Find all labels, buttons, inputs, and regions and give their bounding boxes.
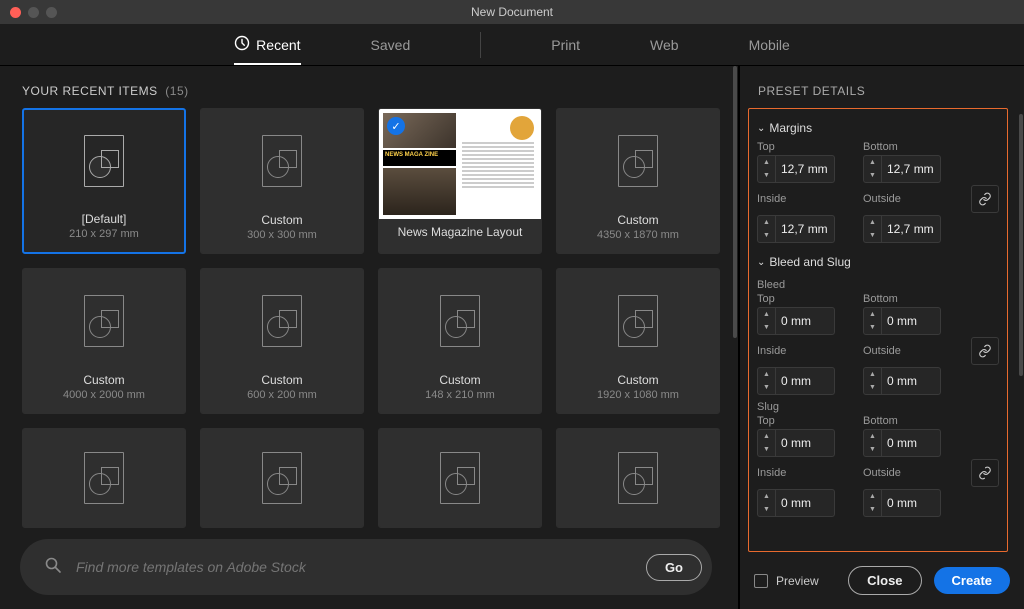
preset-card[interactable]: Custom 600 x 200 mm xyxy=(200,268,364,414)
create-button[interactable]: Create xyxy=(934,567,1010,594)
preset-card[interactable]: Custom 4000 x 2000 mm xyxy=(22,268,186,414)
preset-details-heading: PRESET DETAILS xyxy=(740,66,1024,104)
tab-saved[interactable]: Saved xyxy=(371,26,411,64)
document-icon xyxy=(84,135,124,187)
checkbox-icon xyxy=(754,574,768,588)
step-down-icon[interactable]: ▼ xyxy=(864,229,881,242)
window-title: New Document xyxy=(0,5,1024,19)
step-up-icon[interactable]: ▲ xyxy=(864,430,881,443)
document-icon xyxy=(618,135,658,187)
step-up-icon[interactable]: ▲ xyxy=(864,490,881,503)
preset-grid: [Default] 210 x 297 mm Custom 300 x 300 … xyxy=(14,108,718,528)
link-bleed-icon[interactable] xyxy=(971,337,999,365)
step-up-icon[interactable]: ▲ xyxy=(864,308,881,321)
window-min-dot[interactable] xyxy=(28,7,39,18)
close-button[interactable]: Close xyxy=(848,566,921,595)
margin-outside-input[interactable]: ▲▼12,7 mm xyxy=(863,215,941,243)
step-up-icon[interactable]: ▲ xyxy=(864,216,881,229)
right-scrollbar[interactable] xyxy=(1018,104,1024,558)
step-down-icon[interactable]: ▼ xyxy=(758,381,775,394)
go-button[interactable]: Go xyxy=(646,554,702,581)
preset-card-default[interactable]: [Default] 210 x 297 mm xyxy=(22,108,186,254)
slug-top-input[interactable]: ▲▼0 mm xyxy=(757,429,835,457)
bleed-inside-input[interactable]: ▲▼0 mm xyxy=(757,367,835,395)
bleed-outside-input[interactable]: ▲▼0 mm xyxy=(863,367,941,395)
step-down-icon[interactable]: ▼ xyxy=(758,229,775,242)
margin-bottom-input[interactable]: ▲▼12,7 mm xyxy=(863,155,941,183)
left-scrollbar[interactable] xyxy=(732,66,738,609)
document-icon xyxy=(262,295,302,347)
margin-top-input[interactable]: ▲▼12,7 mm xyxy=(757,155,835,183)
tab-recent[interactable]: Recent xyxy=(234,24,300,65)
slug-inside-input[interactable]: ▲▼0 mm xyxy=(757,489,835,517)
section-margins[interactable]: ⌄ Margins xyxy=(755,117,1001,141)
bleed-top-input[interactable]: ▲▼0 mm xyxy=(757,307,835,335)
step-up-icon[interactable]: ▲ xyxy=(758,216,775,229)
preset-card[interactable] xyxy=(556,428,720,528)
tab-divider xyxy=(480,32,481,58)
slug-outside-input[interactable]: ▲▼0 mm xyxy=(863,489,941,517)
document-icon xyxy=(262,452,302,504)
step-down-icon[interactable]: ▼ xyxy=(758,503,775,516)
slug-bottom-input[interactable]: ▲▼0 mm xyxy=(863,429,941,457)
preview-checkbox[interactable]: Preview xyxy=(754,574,836,588)
step-down-icon[interactable]: ▼ xyxy=(864,443,881,456)
step-up-icon[interactable]: ▲ xyxy=(758,308,775,321)
preset-card[interactable]: Custom 148 x 210 mm xyxy=(378,268,542,414)
document-icon xyxy=(84,295,124,347)
step-down-icon[interactable]: ▼ xyxy=(864,321,881,334)
stock-search-input[interactable] xyxy=(76,559,632,575)
step-up-icon[interactable]: ▲ xyxy=(864,368,881,381)
preset-card[interactable]: Custom 4350 x 1870 mm xyxy=(556,108,720,254)
window-close-dot[interactable] xyxy=(10,7,21,18)
search-icon xyxy=(44,556,62,579)
section-bleed-slug[interactable]: ⌄ Bleed and Slug xyxy=(755,251,1001,275)
step-down-icon[interactable]: ▼ xyxy=(758,169,775,182)
preset-card[interactable] xyxy=(200,428,364,528)
window-max-dot[interactable] xyxy=(46,7,57,18)
step-down-icon[interactable]: ▼ xyxy=(758,321,775,334)
step-up-icon[interactable]: ▲ xyxy=(864,156,881,169)
document-icon xyxy=(262,135,302,187)
link-margins-icon[interactable] xyxy=(971,185,999,213)
tab-web[interactable]: Web xyxy=(650,26,679,64)
step-up-icon[interactable]: ▲ xyxy=(758,490,775,503)
bleed-bottom-input[interactable]: ▲▼0 mm xyxy=(863,307,941,335)
margin-inside-input[interactable]: ▲▼12,7 mm xyxy=(757,215,835,243)
preset-card[interactable] xyxy=(22,428,186,528)
document-icon xyxy=(440,295,480,347)
step-up-icon[interactable]: ▲ xyxy=(758,430,775,443)
recent-heading: YOUR RECENT ITEMS (15) xyxy=(0,76,732,108)
unlink-slug-icon[interactable] xyxy=(971,459,999,487)
document-icon xyxy=(440,452,480,504)
preset-card[interactable]: Custom 300 x 300 mm xyxy=(200,108,364,254)
document-icon xyxy=(618,452,658,504)
bleed-label: Bleed xyxy=(757,275,999,291)
tab-mobile[interactable]: Mobile xyxy=(749,26,790,64)
highlighted-region: ⌄ Margins Top Bottom ▲▼12,7 mm ▲▼12,7 mm… xyxy=(748,108,1008,552)
tab-print[interactable]: Print xyxy=(551,26,580,64)
chevron-down-icon: ⌄ xyxy=(757,123,765,134)
preset-card[interactable]: Custom 1920 x 1080 mm xyxy=(556,268,720,414)
chevron-down-icon: ⌄ xyxy=(757,257,765,268)
category-tabs: Recent Saved Print Web Mobile xyxy=(0,24,1024,66)
step-down-icon[interactable]: ▼ xyxy=(864,503,881,516)
titlebar: New Document xyxy=(0,0,1024,24)
document-icon xyxy=(618,295,658,347)
step-up-icon[interactable]: ▲ xyxy=(758,156,775,169)
step-down-icon[interactable]: ▼ xyxy=(864,169,881,182)
preset-card[interactable] xyxy=(378,428,542,528)
step-down-icon[interactable]: ▼ xyxy=(864,381,881,394)
document-icon xyxy=(84,452,124,504)
preset-card-template[interactable]: ✓ NEWS MAGA ZINE xyxy=(378,108,542,254)
clock-icon xyxy=(234,35,250,54)
step-up-icon[interactable]: ▲ xyxy=(758,368,775,381)
slug-label: Slug xyxy=(757,397,999,413)
tab-label: Recent xyxy=(256,37,300,53)
step-down-icon[interactable]: ▼ xyxy=(758,443,775,456)
cloud-check-icon: ✓ xyxy=(387,117,405,135)
stock-search[interactable]: Go xyxy=(20,539,712,595)
